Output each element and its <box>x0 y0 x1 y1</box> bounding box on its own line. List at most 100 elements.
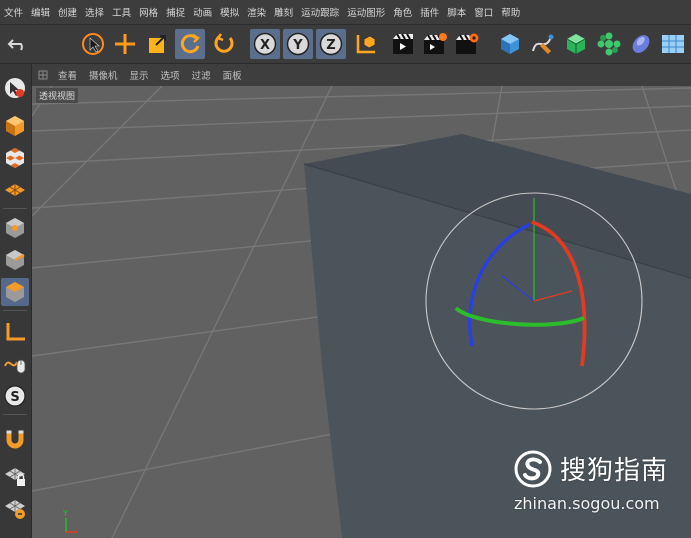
menu-snap[interactable]: 捕捉 <box>166 5 193 19</box>
rotate-icon <box>180 33 201 54</box>
viewport-menu-display[interactable]: 显示 <box>130 68 149 82</box>
point-mode-icon <box>6 218 24 238</box>
menu-motion-tracking[interactable]: 运动跟踪 <box>301 5 347 19</box>
grip-icon[interactable] <box>38 70 48 80</box>
menu-sculpt[interactable]: 雕刻 <box>274 5 301 19</box>
polygon-mode-icon <box>6 282 24 302</box>
menu-script[interactable]: 脚本 <box>447 5 474 19</box>
texture-mode-button[interactable] <box>1 144 29 172</box>
snap-button[interactable]: S <box>1 382 29 410</box>
redo-icon <box>38 31 64 57</box>
cloner-button[interactable] <box>594 29 624 59</box>
deformer-icon <box>632 35 650 53</box>
planar-workplane-button[interactable] <box>1 494 29 522</box>
move-button[interactable] <box>110 29 140 59</box>
svg-text:S: S <box>10 390 19 405</box>
axis-mode-button[interactable] <box>1 318 29 346</box>
tweak-mode-button[interactable] <box>1 350 29 378</box>
redo-button[interactable] <box>36 29 66 59</box>
menu-help[interactable]: 帮助 <box>501 5 528 19</box>
workplane-mode-icon <box>5 184 25 196</box>
coordinate-system-button[interactable] <box>350 29 380 59</box>
menu-create[interactable]: 创建 <box>58 5 85 19</box>
render-view-icon <box>393 33 413 54</box>
workplane-lock-icon <box>5 468 25 486</box>
viewport-name-label: 透视视图 <box>36 88 79 103</box>
y-axis-lock-icon: Y <box>286 32 310 56</box>
z-axis-lock-button[interactable]: Z <box>316 29 346 59</box>
object-mode-button[interactable] <box>1 112 29 140</box>
viewport-menu-panel[interactable]: 面板 <box>223 68 242 82</box>
watermark-brand: 搜狗指南 <box>560 456 669 486</box>
workplane-mode-button[interactable] <box>1 176 29 204</box>
palette-divider <box>3 310 27 311</box>
snap-icon: S <box>4 385 26 407</box>
y-axis-lock-button[interactable]: Y <box>283 29 313 59</box>
menu-plugins[interactable]: 插件 <box>420 5 447 19</box>
watermark-url: zhinan.sogou.com <box>514 494 660 513</box>
x-axis-lock-button[interactable]: X <box>250 29 280 59</box>
menu-bar: 文件 编辑 创建 选择 工具 网格 捕捉 动画 模拟 渲染 雕刻 运动跟踪 运动… <box>0 0 691 24</box>
coordinate-system-icon <box>356 35 376 54</box>
planar-workplane-icon <box>5 500 25 519</box>
magnet-icon <box>6 430 24 449</box>
tweak-mode-icon <box>4 359 26 374</box>
recent-tool-button[interactable] <box>209 29 239 59</box>
texture-mode-icon <box>6 148 24 168</box>
render-view-button[interactable] <box>388 29 418 59</box>
render-settings-button[interactable] <box>452 29 482 59</box>
spline-pen-icon <box>532 34 554 54</box>
menu-mesh[interactable]: 网格 <box>139 5 166 19</box>
x-axis-lock-icon: X <box>253 32 277 56</box>
edge-mode-button[interactable] <box>1 246 29 274</box>
cloner-icon <box>597 32 621 56</box>
x-axis-label: X <box>260 38 270 53</box>
cube-icon <box>501 34 519 54</box>
render-to-picture-viewer-button[interactable] <box>420 29 450 59</box>
magnet-button[interactable] <box>1 426 29 454</box>
object-mode-icon <box>6 116 24 136</box>
undo-icon <box>7 39 23 51</box>
mode-palette: S <box>0 64 32 538</box>
viewport-menu-options[interactable]: 选项 <box>161 68 180 82</box>
menu-animate[interactable]: 动画 <box>193 5 220 19</box>
polygon-mode-button[interactable] <box>1 278 29 306</box>
render-to-picture-viewer-icon <box>424 33 447 54</box>
watermark: 搜狗指南 zhinan.sogou.com <box>480 446 685 526</box>
subdivision-surface-button[interactable] <box>561 29 591 59</box>
menu-mograph[interactable]: 运动图形 <box>347 5 393 19</box>
scale-button[interactable] <box>142 29 172 59</box>
viewport-menu-view[interactable]: 查看 <box>58 68 77 82</box>
z-axis-lock-icon: Z <box>319 32 343 56</box>
deformer-button[interactable] <box>626 29 656 59</box>
rotate-button[interactable] <box>175 29 205 59</box>
cube-button[interactable] <box>495 29 525 59</box>
live-selection-button[interactable] <box>78 29 108 59</box>
viewport-menu-filter[interactable]: 过滤 <box>192 68 211 82</box>
workplane-lock-button[interactable] <box>1 462 29 490</box>
menu-render[interactable]: 渲染 <box>247 5 274 19</box>
floor-button[interactable] <box>658 29 688 59</box>
floor-icon <box>662 35 684 53</box>
world-axis-indicator: Y <box>62 509 78 533</box>
palette-divider <box>3 414 27 415</box>
viewport-menu-cameras[interactable]: 摄像机 <box>89 68 118 82</box>
point-mode-button[interactable] <box>1 214 29 242</box>
viewport-menu-bar: 查看 摄像机 显示 选项 过滤 面板 <box>32 64 691 86</box>
menu-character[interactable]: 角色 <box>393 5 420 19</box>
menu-edit[interactable]: 编辑 <box>31 5 58 19</box>
sogou-logo-icon <box>514 450 552 488</box>
axis-mode-icon <box>6 323 25 341</box>
model-mode-button[interactable] <box>1 74 29 102</box>
main-toolbar: X Y Z <box>0 24 691 64</box>
menu-simulate[interactable]: 模拟 <box>220 5 247 19</box>
z-axis-label: Z <box>326 38 335 53</box>
menu-window[interactable]: 窗口 <box>474 5 501 19</box>
menu-select[interactable]: 选择 <box>85 5 112 19</box>
spline-pen-button[interactable] <box>527 29 557 59</box>
model-mode-icon <box>5 78 25 98</box>
menu-tools[interactable]: 工具 <box>112 5 139 19</box>
live-selection-icon <box>82 33 104 55</box>
undo-button[interactable] <box>4 29 34 59</box>
menu-file[interactable]: 文件 <box>4 5 31 19</box>
